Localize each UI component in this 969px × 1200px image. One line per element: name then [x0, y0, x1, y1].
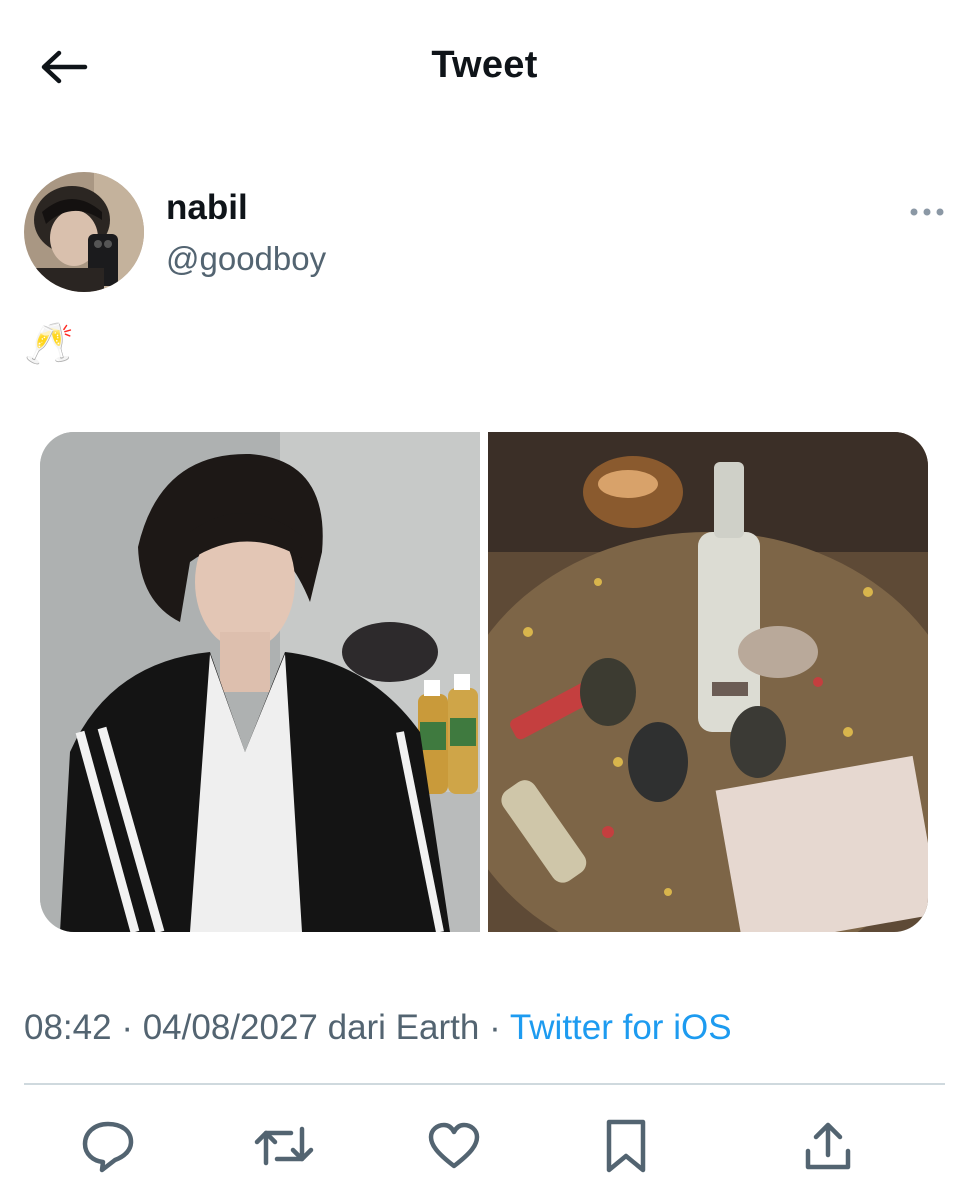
action-bar	[24, 1110, 945, 1182]
more-horizontal-icon	[910, 208, 944, 216]
more-button[interactable]	[909, 194, 945, 230]
photo-portrait[interactable]	[40, 432, 480, 932]
separator: ·	[111, 1008, 143, 1047]
tweet-metadata: 08:42 · 04/08/2027 dari Earth · Twitter …	[24, 1008, 732, 1048]
tweet-text: 🥂	[24, 322, 74, 366]
reply-icon	[82, 1121, 134, 1173]
separator: ·	[479, 1008, 510, 1047]
media-grid	[40, 432, 928, 932]
user-handle[interactable]: @goodboy	[166, 240, 326, 278]
heart-icon	[428, 1122, 480, 1169]
top-bar: Tweet	[0, 0, 969, 130]
divider	[24, 1083, 945, 1085]
tweet-location: dari Earth	[317, 1008, 480, 1047]
share-icon	[805, 1122, 851, 1170]
tweet-date: 04/08/2027	[142, 1008, 318, 1047]
retweet-button[interactable]	[252, 1110, 316, 1182]
tweet-author: nabil @goodboy	[24, 172, 945, 294]
reply-button[interactable]	[76, 1110, 140, 1182]
like-button[interactable]	[422, 1110, 486, 1182]
bookmark-icon	[606, 1119, 646, 1173]
avatar[interactable]	[24, 172, 144, 292]
page-title: Tweet	[431, 44, 538, 86]
tweet-source-link[interactable]: Twitter for iOS	[510, 1008, 732, 1047]
bookmark-button[interactable]	[594, 1110, 658, 1182]
display-name[interactable]: nabil	[166, 188, 248, 228]
retweet-icon	[254, 1126, 314, 1166]
share-button[interactable]	[796, 1110, 860, 1182]
tweet-time: 08:42	[24, 1008, 112, 1047]
photo-party-table[interactable]	[448, 432, 928, 932]
